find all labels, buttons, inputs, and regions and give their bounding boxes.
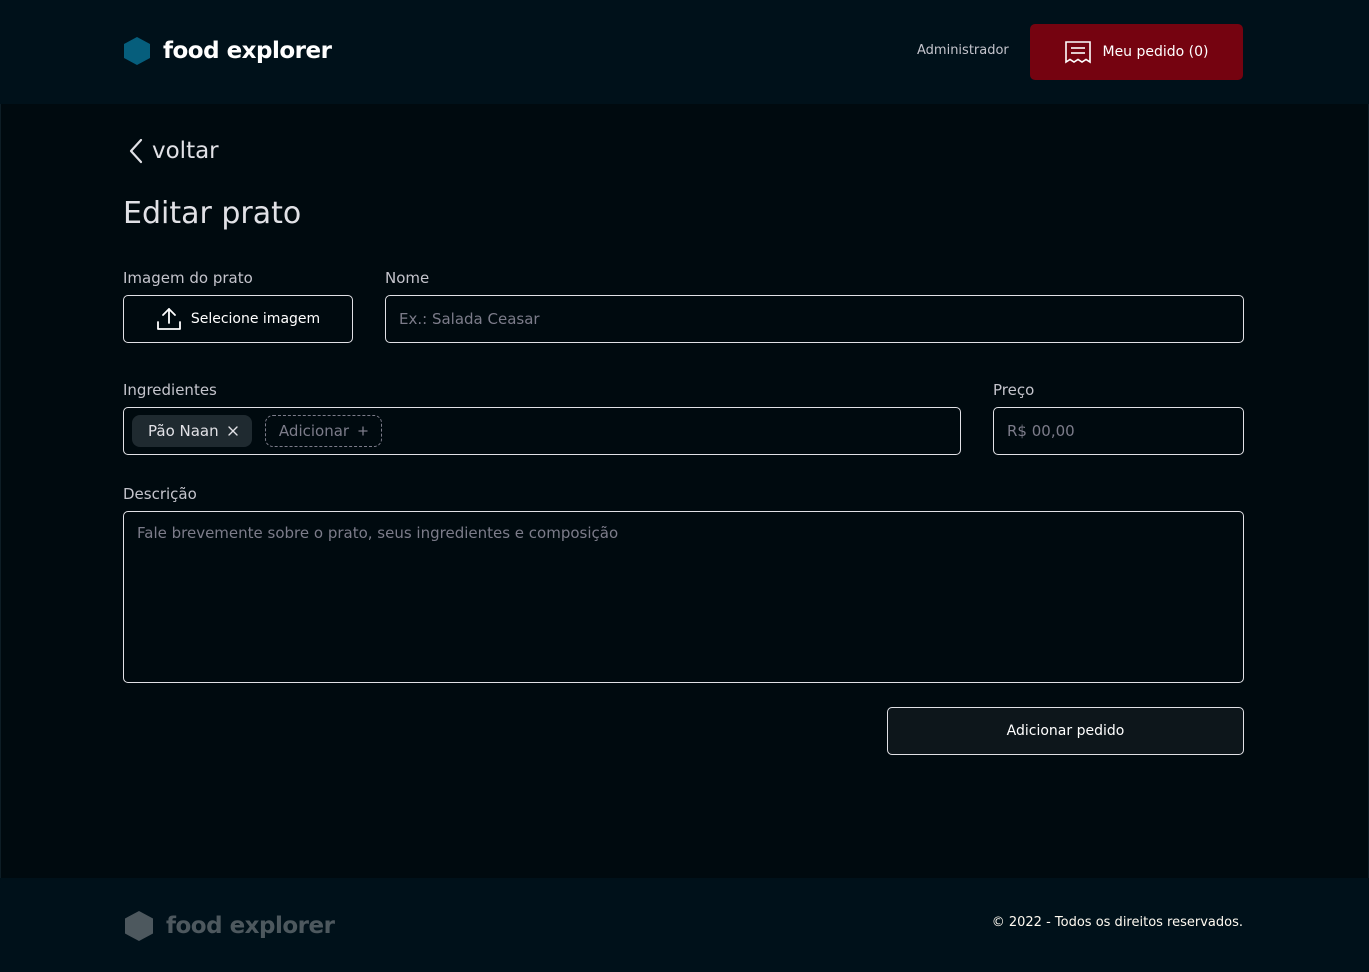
- brand-logo[interactable]: food explorer: [123, 36, 332, 66]
- name-field-label: Nome: [385, 269, 430, 287]
- user-role-label: Administrador: [917, 43, 1009, 58]
- description-placeholder: Fale brevemente sobre o prato, seus ingr…: [137, 524, 619, 542]
- add-order-label: Adicionar pedido: [1006, 723, 1125, 739]
- back-link[interactable]: voltar: [128, 138, 219, 164]
- my-order-label: Meu pedido (0): [1102, 44, 1209, 60]
- add-order-button[interactable]: Adicionar pedido: [887, 707, 1244, 755]
- app-footer: food explorer © 2022 - Todos os direitos…: [0, 878, 1369, 972]
- upload-icon: [156, 308, 181, 330]
- footer-brand-name: food explorer: [166, 913, 335, 939]
- price-input[interactable]: R$ 00,00: [993, 407, 1244, 455]
- price-placeholder: R$ 00,00: [1007, 422, 1075, 440]
- ingredient-tag: Pão Naan: [132, 415, 252, 447]
- copyright-text: © 2022 - Todos os direitos reservados.: [991, 915, 1243, 930]
- ingredients-field-label: Ingredientes: [123, 381, 217, 399]
- price-field-label: Preço: [993, 381, 1035, 399]
- add-ingredient-label: Adicionar: [278, 422, 350, 440]
- chevron-left-icon: [129, 138, 143, 164]
- add-ingredient-button[interactable]: Adicionar: [265, 415, 382, 447]
- plus-icon: [358, 426, 368, 436]
- ingredient-tag-label: Pão Naan: [148, 422, 219, 440]
- name-placeholder: Ex.: Salada Ceasar: [399, 310, 540, 328]
- close-icon[interactable]: [227, 426, 238, 436]
- ingredients-input[interactable]: Pão Naan Adicionar: [123, 407, 961, 455]
- select-image-button[interactable]: Selecione imagem: [123, 295, 353, 343]
- page-title: Editar prato: [123, 196, 302, 231]
- description-textarea[interactable]: Fale brevemente sobre o prato, seus ingr…: [123, 511, 1244, 683]
- app-header: food explorer Administrador Meu pedido (…: [0, 0, 1369, 104]
- hexagon-logo-icon: [124, 37, 150, 65]
- description-field-label: Descrição: [123, 485, 197, 503]
- select-image-label: Selecione imagem: [190, 311, 321, 327]
- back-label: voltar: [152, 138, 219, 164]
- my-order-button[interactable]: Meu pedido (0): [1030, 24, 1243, 80]
- brand-name: food explorer: [163, 38, 332, 64]
- name-input[interactable]: Ex.: Salada Ceasar: [385, 295, 1244, 343]
- image-field-label: Imagem do prato: [123, 269, 253, 287]
- footer-brand: food explorer: [124, 910, 335, 942]
- hexagon-logo-icon: [125, 911, 153, 941]
- receipt-icon: [1065, 41, 1092, 64]
